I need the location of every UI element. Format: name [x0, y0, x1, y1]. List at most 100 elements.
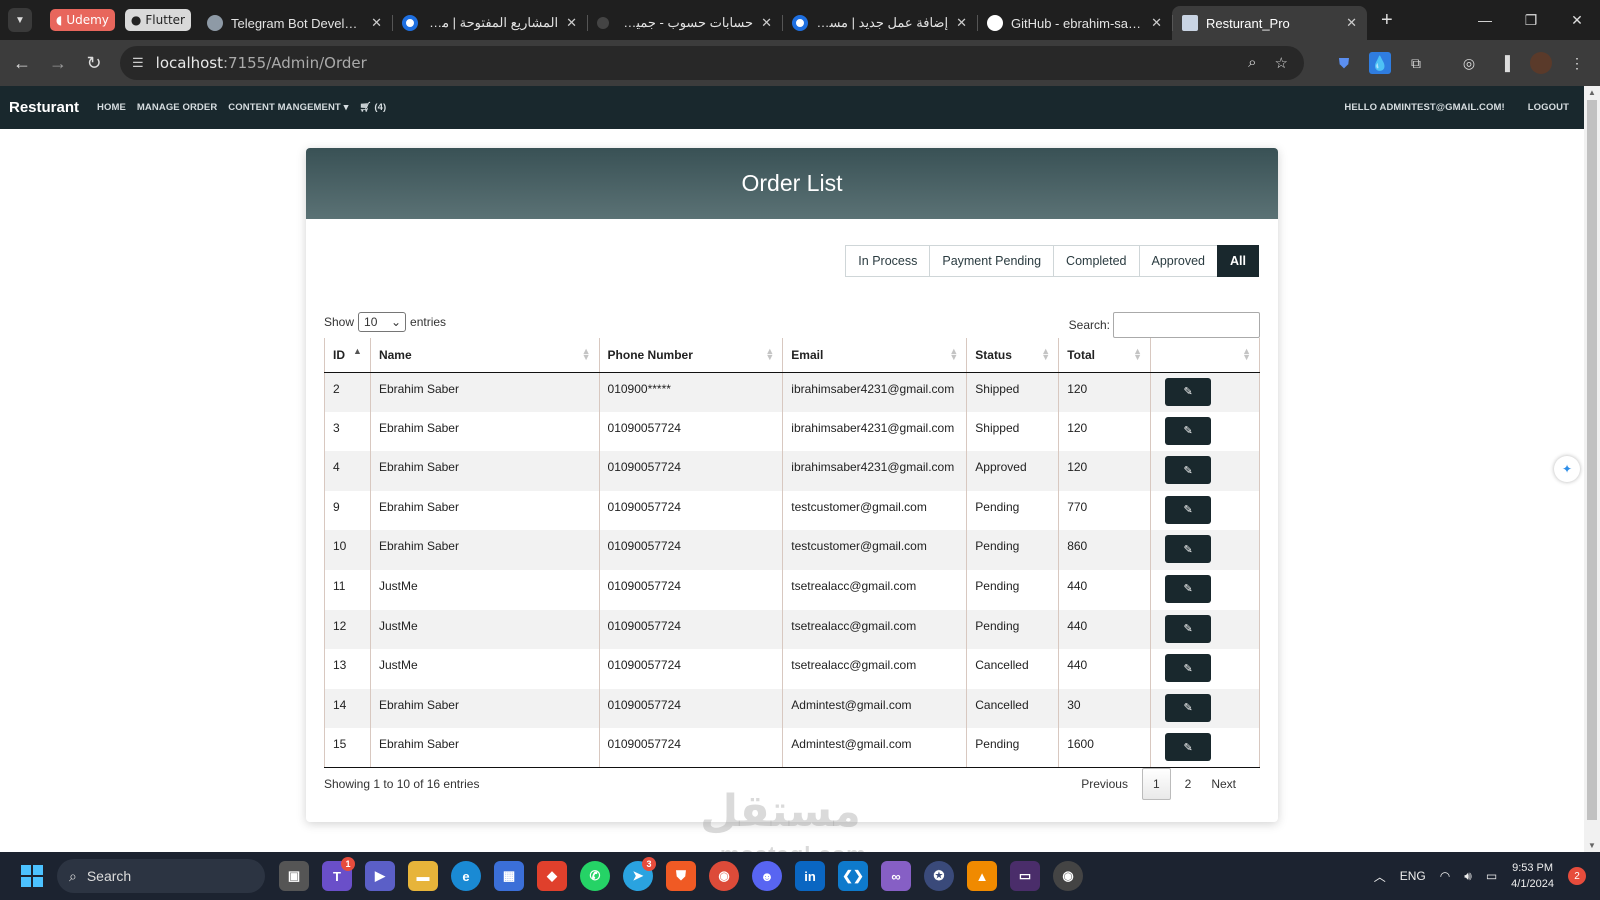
side-panel-icon[interactable]: ▐ — [1494, 52, 1516, 74]
edit-order-button[interactable]: ✎ — [1165, 693, 1212, 722]
vscode-icon[interactable]: ❮❯ — [838, 861, 868, 891]
edit-order-button[interactable]: ✎ — [1165, 416, 1212, 445]
file-explorer-icon[interactable]: ▬ — [408, 861, 438, 891]
forward-icon[interactable]: → — [40, 53, 76, 74]
browser-tab[interactable]: Telegram Bot Developm ✕ — [197, 6, 392, 40]
zoom-icon[interactable]: ⌕ — [1248, 54, 1256, 72]
col-email-header[interactable]: Email ▲ ▼ — [782, 338, 968, 373]
close-tab-icon[interactable]: ✕ — [1346, 15, 1357, 31]
notification-badge[interactable]: 2 — [1568, 867, 1586, 885]
col-status-header[interactable]: Status ▲ ▼ — [966, 338, 1060, 373]
chrome-active-icon[interactable]: ◉ — [1053, 861, 1083, 891]
edit-order-button[interactable]: ✎ — [1165, 574, 1212, 603]
edit-order-button[interactable]: ✎ — [1165, 614, 1212, 643]
filter-in-process[interactable]: In Process — [845, 245, 931, 277]
chrome-icon[interactable]: ◉ — [709, 861, 739, 891]
edit-order-button[interactable]: ✎ — [1165, 456, 1212, 485]
page-2[interactable]: 2 — [1175, 768, 1202, 800]
browser-tab[interactable]: حسابات حسوب - جميع ما ✕ — [586, 6, 782, 40]
nav-cart[interactable]: 🛒︎ (4) — [359, 102, 386, 113]
visual-studio-icon[interactable]: ∞ — [881, 861, 911, 891]
col-name-header[interactable]: Name ▲ ▼ — [369, 338, 600, 373]
filter-completed[interactable]: Completed — [1053, 245, 1140, 277]
edit-order-button[interactable]: ✎ — [1165, 377, 1212, 406]
browser-menu-icon[interactable]: ⋮ — [1566, 52, 1588, 74]
close-tab-icon[interactable]: ✕ — [1151, 15, 1162, 31]
wifi-icon[interactable]: ◠ — [1440, 869, 1450, 883]
search-input[interactable] — [1113, 312, 1260, 338]
filter-payment-pending[interactable]: Payment Pending — [929, 245, 1055, 277]
browser-tab[interactable]: GitHub - ebrahim-saber ✕ — [976, 6, 1172, 40]
close-window-icon[interactable]: ✕ — [1554, 0, 1600, 40]
site-info-icon[interactable]: ☰ — [132, 55, 144, 71]
terminal-icon[interactable]: ▭ — [1010, 861, 1040, 891]
battery-icon[interactable]: ▭ — [1486, 869, 1497, 883]
col-phone-header[interactable]: Phone Number ▲ ▼ — [598, 338, 784, 373]
teams-icon[interactable]: T1 — [322, 857, 355, 891]
windows-start-icon[interactable] — [21, 865, 43, 887]
floating-extension-icon[interactable]: ✦ — [1554, 456, 1580, 482]
clock[interactable]: 9:53 PM 4/1/2024 — [1511, 860, 1554, 892]
app-icon[interactable]: ✪ — [924, 861, 954, 891]
tray-chevron-icon[interactable]: ︿ — [1374, 868, 1386, 885]
restore-icon[interactable]: ❐ — [1508, 0, 1554, 40]
browser-tab[interactable]: إضافة عمل جديد | مستقل ✕ — [781, 6, 977, 40]
anydesk-icon[interactable]: ◆ — [537, 861, 567, 891]
edit-order-button[interactable]: ✎ — [1165, 654, 1212, 683]
vlc-icon[interactable]: ▲ — [967, 861, 997, 891]
bookmark-star-icon[interactable]: ☆ — [1275, 54, 1288, 72]
performance-icon[interactable]: ◎ — [1458, 52, 1480, 74]
browser-tab[interactable]: المشاريع المفتوحة | مستقل✕ — [391, 6, 587, 40]
task-view-icon[interactable]: ▣ — [279, 861, 309, 891]
edit-order-button[interactable]: ✎ — [1165, 535, 1212, 564]
page-scrollbar[interactable]: ▲ ▼ — [1584, 86, 1600, 852]
browser-tab-active[interactable]: Resturant_Pro ✕ — [1171, 6, 1367, 40]
taskbar-search[interactable]: ⌕ Search — [57, 859, 265, 893]
scrollbar-thumb[interactable] — [1587, 100, 1597, 820]
brand-link[interactable]: Resturant — [9, 99, 79, 116]
language-indicator[interactable]: ENG — [1400, 869, 1426, 883]
edit-order-button[interactable]: ✎ — [1165, 495, 1212, 524]
back-icon[interactable]: ← — [4, 53, 40, 74]
logout-link[interactable]: LOGOUT — [1528, 102, 1569, 113]
whatsapp-icon[interactable]: ✆ — [580, 861, 610, 891]
close-tab-icon[interactable]: ✕ — [371, 15, 382, 31]
scroll-down-icon[interactable]: ▼ — [1584, 841, 1600, 850]
minimize-icon[interactable]: — — [1462, 0, 1508, 40]
address-bar[interactable]: ☰ localhost:7155/Admin/Order ⌕ ☆ — [120, 46, 1304, 80]
nav-home[interactable]: HOME — [97, 102, 126, 113]
telegram-icon[interactable]: ➤ 3 — [623, 857, 656, 891]
extensions-puzzle-icon[interactable]: ⧉ — [1405, 52, 1427, 74]
shield-extension-icon[interactable]: ⛊ — [1333, 52, 1355, 74]
scroll-up-icon[interactable]: ▲ — [1584, 88, 1600, 97]
nav-content-management[interactable]: CONTENT MANGEMENT ▾ — [228, 102, 348, 113]
edit-order-button[interactable]: ✎ — [1165, 733, 1212, 762]
previous-page[interactable]: Previous — [1071, 768, 1138, 800]
new-tab-icon[interactable]: + — [1381, 9, 1393, 32]
reload-icon[interactable]: ↻ — [76, 53, 112, 74]
linkedin-icon[interactable]: in — [795, 861, 825, 891]
url-text[interactable]: localhost:7155/Admin/Order — [156, 54, 367, 72]
brave-icon[interactable]: ⛊ — [666, 861, 696, 891]
filter-all[interactable]: All — [1217, 245, 1259, 277]
nav-manage-order[interactable]: MANAGE ORDER — [137, 102, 217, 113]
col-total-header[interactable]: Total ▲ ▼ — [1058, 338, 1152, 373]
discord-icon[interactable]: ☻ — [752, 861, 782, 891]
close-tab-icon[interactable]: ✕ — [566, 15, 577, 31]
store-icon[interactable]: ▦ — [494, 861, 524, 891]
pinned-tab-udemy[interactable]: ◖ Udemy — [50, 9, 115, 31]
user-greeting[interactable]: HELLO ADMINTEST@GMAIL.COM! — [1344, 102, 1504, 113]
profile-avatar[interactable] — [1530, 52, 1552, 74]
tab-search-icon[interactable]: ▼ — [8, 8, 32, 32]
pinned-tab-flutter[interactable]: ● Flutter — [124, 9, 191, 31]
drop-extension-icon[interactable]: 💧 — [1369, 52, 1391, 74]
close-tab-icon[interactable]: ✕ — [956, 15, 967, 31]
close-tab-icon[interactable]: ✕ — [761, 15, 772, 31]
meet-icon[interactable]: ▶ — [365, 861, 395, 891]
col-id-header[interactable]: ID ▲ — [324, 338, 371, 373]
entries-select[interactable]: 10 ⌄ — [358, 312, 407, 332]
next-page[interactable]: Next — [1201, 768, 1246, 800]
filter-approved[interactable]: Approved — [1138, 245, 1219, 277]
page-1[interactable]: 1 — [1141, 768, 1171, 800]
edge-icon[interactable]: e — [451, 861, 481, 891]
